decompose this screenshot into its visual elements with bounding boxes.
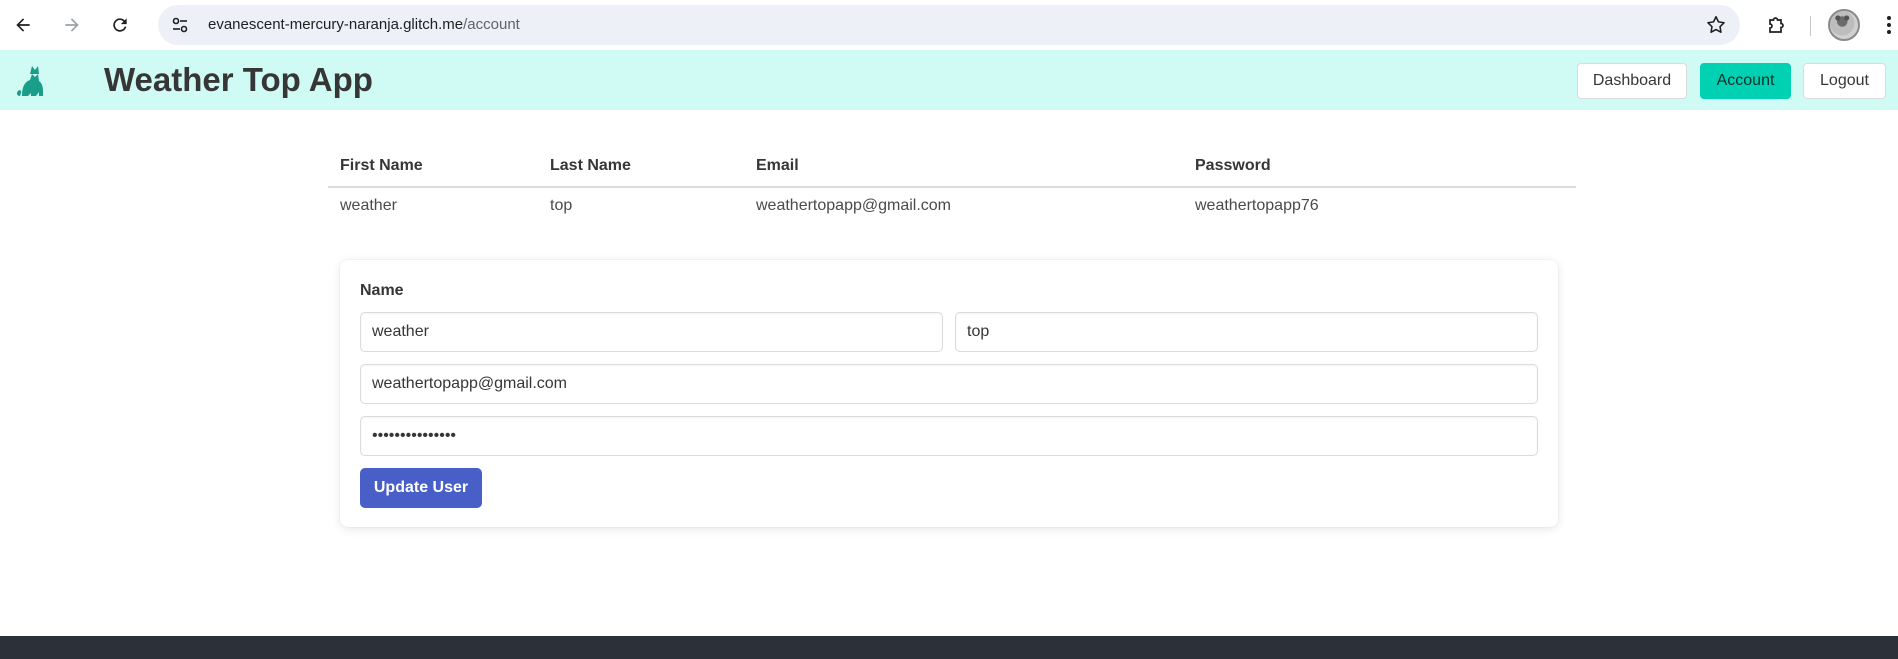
first-name-input[interactable] bbox=[360, 312, 943, 352]
extensions-puzzle-icon[interactable] bbox=[1765, 13, 1789, 37]
app-title[interactable]: Weather Top App bbox=[104, 61, 373, 99]
cell-last-name: top bbox=[550, 197, 573, 214]
header-email: Email bbox=[756, 157, 799, 174]
update-user-form: Name Update User bbox=[340, 260, 1558, 527]
reload-button[interactable] bbox=[107, 12, 133, 38]
last-name-input[interactable] bbox=[955, 312, 1538, 352]
page-footer bbox=[0, 636, 1898, 659]
bookmark-star-icon[interactable] bbox=[1705, 14, 1727, 36]
header-password: Password bbox=[1195, 157, 1271, 174]
table-row: weather top weathertopapp@gmail.com weat… bbox=[328, 188, 1576, 230]
profile-avatar[interactable] bbox=[1828, 9, 1860, 41]
arrow-right-icon bbox=[65, 18, 79, 32]
back-button[interactable] bbox=[10, 12, 36, 38]
avatar-icon bbox=[1830, 11, 1855, 36]
url-text[interactable]: evanescent-mercury-naranja.glitch.me/acc… bbox=[208, 16, 520, 33]
arrow-left-icon bbox=[16, 18, 30, 32]
site-settings-icon[interactable] bbox=[170, 15, 190, 35]
update-user-button[interactable]: Update User bbox=[360, 468, 482, 508]
address-bar[interactable]: evanescent-mercury-naranja.glitch.me/acc… bbox=[158, 5, 1740, 45]
url-host: evanescent-mercury-naranja.glitch.me bbox=[208, 16, 464, 33]
account-button[interactable]: Account bbox=[1700, 63, 1791, 99]
header-last-name: Last Name bbox=[550, 157, 631, 174]
browser-menu-icon[interactable] bbox=[1885, 13, 1893, 37]
app-navbar: Weather Top App Dashboard Account Logout bbox=[0, 50, 1898, 110]
table-header: First Name Last Name Email Password bbox=[328, 152, 1576, 188]
logout-button[interactable]: Logout bbox=[1803, 63, 1886, 99]
password-input[interactable] bbox=[360, 416, 1538, 456]
cell-first-name: weather bbox=[340, 197, 397, 214]
browser-toolbar: evanescent-mercury-naranja.glitch.me/acc… bbox=[0, 0, 1898, 50]
name-label: Name bbox=[360, 282, 404, 299]
forward-button[interactable] bbox=[59, 12, 85, 38]
cell-email: weathertopapp@gmail.com bbox=[756, 197, 952, 214]
dashboard-button[interactable]: Dashboard bbox=[1577, 63, 1687, 99]
url-path: /account bbox=[463, 16, 520, 33]
email-input[interactable] bbox=[360, 364, 1538, 404]
toolbar-divider bbox=[1810, 16, 1811, 36]
reload-icon bbox=[113, 18, 127, 32]
cat-logo-icon[interactable] bbox=[14, 60, 54, 100]
user-table: First Name Last Name Email Password weat… bbox=[328, 152, 1576, 230]
cell-password: weathertopapp76 bbox=[1195, 197, 1319, 214]
header-first-name: First Name bbox=[340, 157, 423, 174]
